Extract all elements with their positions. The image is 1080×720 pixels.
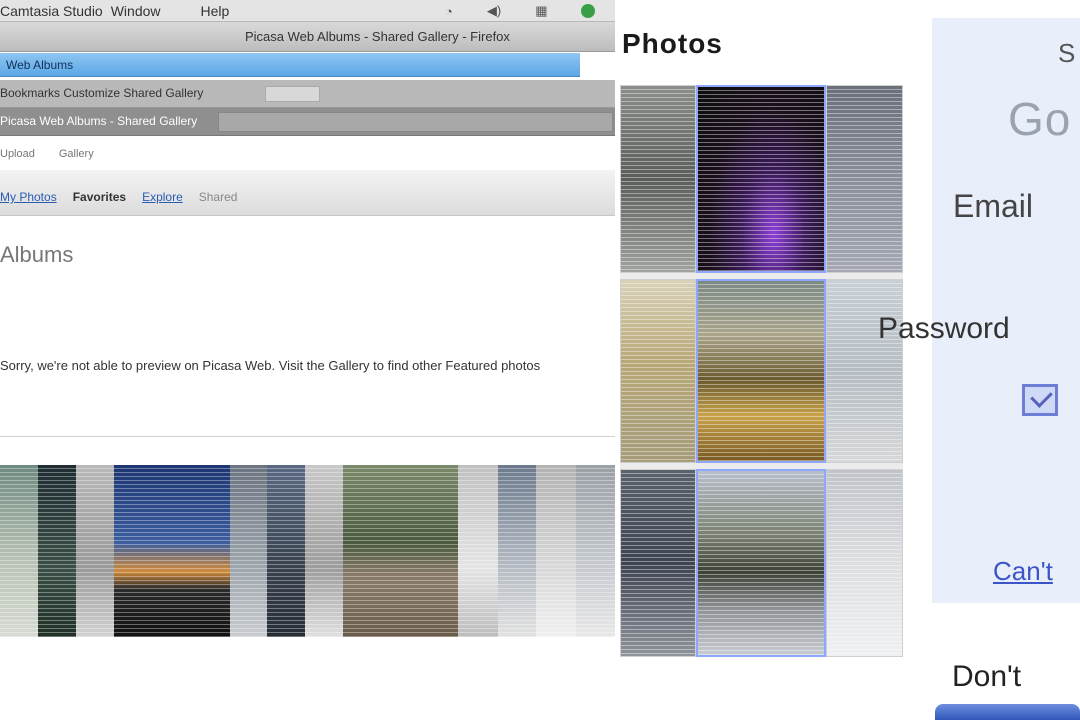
browser-window: Camtasia Studio Window Help ◔ ◀) ▦ Mo Pi… — [0, 0, 620, 720]
cant-access-link[interactable]: Can't — [993, 556, 1053, 587]
signin-initial: S — [1058, 38, 1076, 68]
photo-thumbnail[interactable] — [696, 279, 826, 463]
photo-thumbnail[interactable] — [0, 465, 38, 637]
tab-web-albums[interactable]: Web Albums — [0, 56, 79, 74]
photo-thumbnail[interactable] — [536, 465, 576, 637]
dont-have-account-text: Don't — [952, 660, 1022, 693]
photo-thumbnail[interactable] — [620, 469, 696, 657]
photo-thumbnail[interactable] — [826, 85, 903, 273]
password-label: Password — [878, 312, 1010, 345]
address-text: Picasa Web Albums - Shared Gallery — [0, 114, 198, 128]
divider — [0, 436, 615, 437]
photo-thumbnail[interactable] — [38, 465, 76, 637]
menu-bar: Camtasia Studio Window Help ◔ ◀) ▦ Mo — [0, 0, 620, 22]
photos-header: Photos — [622, 28, 723, 59]
menu-item-window[interactable]: Window — [111, 3, 161, 19]
photo-thumbnail[interactable] — [114, 465, 230, 637]
photo-thumbnail[interactable] — [305, 465, 343, 637]
top-links: Upload Gallery — [0, 148, 94, 160]
tab-strip: Web Albums — [0, 53, 580, 77]
photo-filmstrip — [0, 465, 620, 637]
photo-thumbnail[interactable] — [696, 469, 826, 657]
album-nav: My Photos Favorites Explore Shared — [0, 170, 615, 216]
nav-favorites[interactable]: Favorites — [73, 190, 126, 204]
nav-explore[interactable]: Explore — [142, 190, 183, 204]
photo-thumbnail[interactable] — [230, 465, 267, 637]
photo-grid — [620, 85, 903, 657]
photo-thumbnail[interactable] — [576, 465, 620, 637]
page-title: Albums — [0, 242, 74, 267]
create-account-button[interactable] — [935, 704, 1080, 720]
sync-status-icon[interactable] — [581, 4, 596, 18]
window-titlebar: Picasa Web Albums - Shared Gallery - Fir… — [0, 22, 620, 52]
link-gallery[interactable]: Gallery — [59, 148, 94, 160]
status-icon[interactable]: ▦ — [535, 3, 547, 19]
description-body: Sorry, we're not able to preview on Pica… — [0, 358, 541, 373]
window-title: Picasa Web Albums - Shared Gallery - Fir… — [245, 29, 510, 44]
photo-thumbnail[interactable] — [498, 465, 536, 637]
menu-item-help[interactable]: Help — [201, 3, 230, 19]
signin-logo: Go — [1008, 93, 1072, 145]
photo-thumbnail[interactable] — [343, 465, 458, 637]
bookmarks-toolbar: Bookmarks Customize Shared Gallery — [0, 80, 615, 108]
nav-shared[interactable]: Shared — [199, 190, 238, 204]
bookmarks-field[interactable] — [265, 86, 320, 102]
email-label: Email — [953, 188, 1034, 224]
bookmarks-text[interactable]: Bookmarks Customize Shared Gallery — [0, 86, 203, 100]
address-toolbar: Picasa Web Albums - Shared Gallery — [0, 108, 615, 136]
link-upload[interactable]: Upload — [0, 148, 35, 160]
photo-thumbnail[interactable] — [267, 465, 305, 637]
photo-thumbnail[interactable] — [620, 85, 696, 273]
photo-thumbnail[interactable] — [620, 279, 696, 463]
photo-thumbnail[interactable] — [696, 85, 826, 273]
photo-thumbnail[interactable] — [458, 465, 498, 637]
volume-icon[interactable]: ◀) — [487, 3, 501, 19]
wifi-icon[interactable]: ◔ — [445, 4, 453, 19]
photo-thumbnail[interactable] — [76, 465, 114, 637]
menu-tray: ◔ ◀) ▦ Mo — [445, 0, 620, 22]
address-bar[interactable] — [218, 112, 613, 132]
nav-my-photos[interactable]: My Photos — [0, 190, 57, 204]
photo-thumbnail[interactable] — [826, 279, 903, 463]
photo-thumbnail[interactable] — [826, 469, 903, 657]
description-text: Sorry, we're not able to preview on Pica… — [0, 358, 620, 373]
menu-item-app[interactable]: Camtasia Studio — [0, 3, 103, 19]
remember-me-checkbox[interactable] — [1022, 384, 1058, 416]
